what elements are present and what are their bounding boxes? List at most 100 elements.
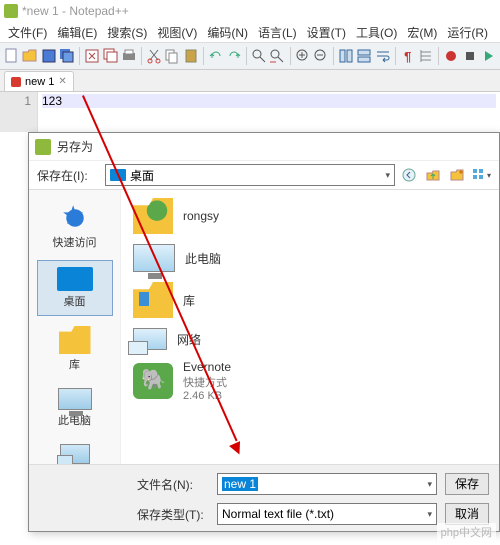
toolbar-separator (203, 47, 204, 65)
cancel-button[interactable]: 取消 (445, 503, 489, 525)
menu-encoding[interactable]: 编码(N) (203, 22, 252, 43)
save-button[interactable]: 保存 (445, 473, 489, 495)
place-this-pc[interactable]: 此电脑 (37, 382, 113, 434)
file-item-libraries[interactable]: 库 (133, 282, 487, 318)
play-macro-icon[interactable] (480, 46, 496, 66)
dialog-title: 另存为 (57, 138, 93, 155)
copy-icon[interactable] (164, 46, 180, 66)
zoom-out-icon[interactable] (313, 46, 329, 66)
save-in-label: 保存在(I): (37, 167, 101, 184)
sync-h-icon[interactable] (356, 46, 372, 66)
place-network[interactable]: 网络 (37, 438, 113, 464)
replace-icon[interactable] (269, 46, 285, 66)
dialog-body: 快速访问 桌面 库 此电脑 网络 rongsy (29, 189, 499, 464)
file-label: rongsy (183, 209, 219, 223)
save-all-icon[interactable] (59, 46, 75, 66)
user-folder-icon (133, 198, 173, 234)
tab-bar: new 1 ✕ (0, 70, 500, 92)
undo-icon[interactable] (208, 46, 224, 66)
save-in-combo[interactable]: 桌面 ▾ (105, 164, 395, 186)
file-label: Evernote (183, 360, 231, 374)
dialog-location-row: 保存在(I): 桌面 ▾ ▾ (29, 161, 499, 189)
dropdown-arrow-icon: ▾ (427, 479, 432, 490)
up-button[interactable] (423, 165, 443, 185)
view-mode-button[interactable]: ▾ (471, 165, 491, 185)
window-title: *new 1 - Notepad++ (22, 4, 129, 18)
file-list[interactable]: rongsy 此电脑 库 网络 Evernote 快捷方式 2.46 KB (121, 190, 499, 464)
record-macro-icon[interactable] (443, 46, 459, 66)
filename-row: 文件名(N): new 1 ▾ 保存 (137, 473, 489, 495)
menu-view[interactable]: 视图(V) (153, 22, 201, 43)
place-quick-access[interactable]: 快速访问 (37, 198, 113, 256)
dialog-icon (35, 139, 51, 155)
menubar: 文件(F) 编辑(E) 搜索(S) 视图(V) 编码(N) 语言(L) 设置(T… (0, 22, 500, 42)
toolbar-separator (333, 47, 334, 65)
editor-area[interactable]: 1 123 (0, 92, 500, 132)
menu-edit[interactable]: 编辑(E) (53, 22, 101, 43)
close-all-icon[interactable] (102, 46, 118, 66)
tab-close-icon[interactable]: ✕ (58, 76, 66, 87)
menu-language[interactable]: 语言(L) (254, 22, 301, 43)
stop-macro-icon[interactable] (461, 46, 477, 66)
file-item-user[interactable]: rongsy (133, 198, 487, 234)
place-libraries[interactable]: 库 (37, 320, 113, 378)
filetype-combo[interactable]: Normal text file (*.txt) ▾ (217, 503, 437, 525)
file-item-network[interactable]: 网络 (133, 328, 487, 350)
tab-new1[interactable]: new 1 ✕ (4, 71, 74, 91)
network-icon (60, 444, 90, 464)
file-label: 网络 (177, 331, 201, 348)
close-icon[interactable] (84, 46, 100, 66)
file-item-evernote[interactable]: Evernote 快捷方式 2.46 KB (133, 360, 487, 402)
desktop-icon (57, 267, 93, 291)
dropdown-arrow-icon: ▾ (385, 170, 390, 181)
zoom-in-icon[interactable] (294, 46, 310, 66)
save-as-dialog: 另存为 保存在(I): 桌面 ▾ ▾ 快速访问 桌面 库 (28, 132, 500, 532)
file-type-label: 快捷方式 (183, 374, 231, 390)
place-label: 库 (69, 356, 80, 372)
file-item-thispc[interactable]: 此电脑 (133, 244, 487, 272)
toolbar-separator (79, 47, 80, 65)
wrap-icon[interactable] (375, 46, 391, 66)
star-icon (59, 204, 91, 232)
new-file-icon[interactable] (4, 46, 20, 66)
show-all-icon[interactable]: ¶ (400, 46, 416, 66)
menu-tools[interactable]: 工具(O) (352, 22, 401, 43)
place-label: 快速访问 (53, 234, 97, 250)
filetype-label: 保存类型(T): (137, 506, 209, 523)
code-area[interactable]: 123 (38, 92, 500, 132)
print-icon[interactable] (121, 46, 137, 66)
pc-icon (133, 244, 175, 272)
menu-search[interactable]: 搜索(S) (103, 22, 151, 43)
sync-v-icon[interactable] (338, 46, 354, 66)
back-button[interactable] (399, 165, 419, 185)
code-line-1[interactable]: 123 (42, 94, 496, 108)
desktop-icon (110, 169, 126, 181)
dialog-bottom: 文件名(N): new 1 ▾ 保存 保存类型(T): Normal text … (29, 464, 499, 531)
line-number: 1 (2, 94, 31, 108)
watermark: php中文网 (437, 523, 496, 541)
toolbar-separator (290, 47, 291, 65)
cut-icon[interactable] (146, 46, 162, 66)
dialog-titlebar: 另存为 (29, 133, 499, 161)
toolbar-separator (246, 47, 247, 65)
find-icon[interactable] (251, 46, 267, 66)
paste-icon[interactable] (182, 46, 198, 66)
menu-run[interactable]: 运行(R) (443, 22, 492, 43)
menu-settings[interactable]: 设置(T) (303, 22, 350, 43)
menu-macro[interactable]: 宏(M) (403, 22, 441, 43)
save-icon[interactable] (41, 46, 57, 66)
redo-icon[interactable] (226, 46, 242, 66)
indent-guide-icon[interactable] (418, 46, 434, 66)
file-label: 此电脑 (185, 250, 221, 267)
file-size-label: 2.46 KB (183, 390, 231, 402)
app-titlebar: *new 1 - Notepad++ (0, 0, 500, 22)
library-icon (59, 326, 91, 354)
toolbar-separator (395, 47, 396, 65)
filename-input[interactable]: new 1 ▾ (217, 473, 437, 495)
menu-file[interactable]: 文件(F) (4, 22, 51, 43)
open-file-icon[interactable] (22, 46, 38, 66)
new-folder-button[interactable] (447, 165, 467, 185)
app-icon (4, 4, 18, 18)
file-meta: Evernote 快捷方式 2.46 KB (183, 360, 231, 402)
place-desktop[interactable]: 桌面 (37, 260, 113, 316)
